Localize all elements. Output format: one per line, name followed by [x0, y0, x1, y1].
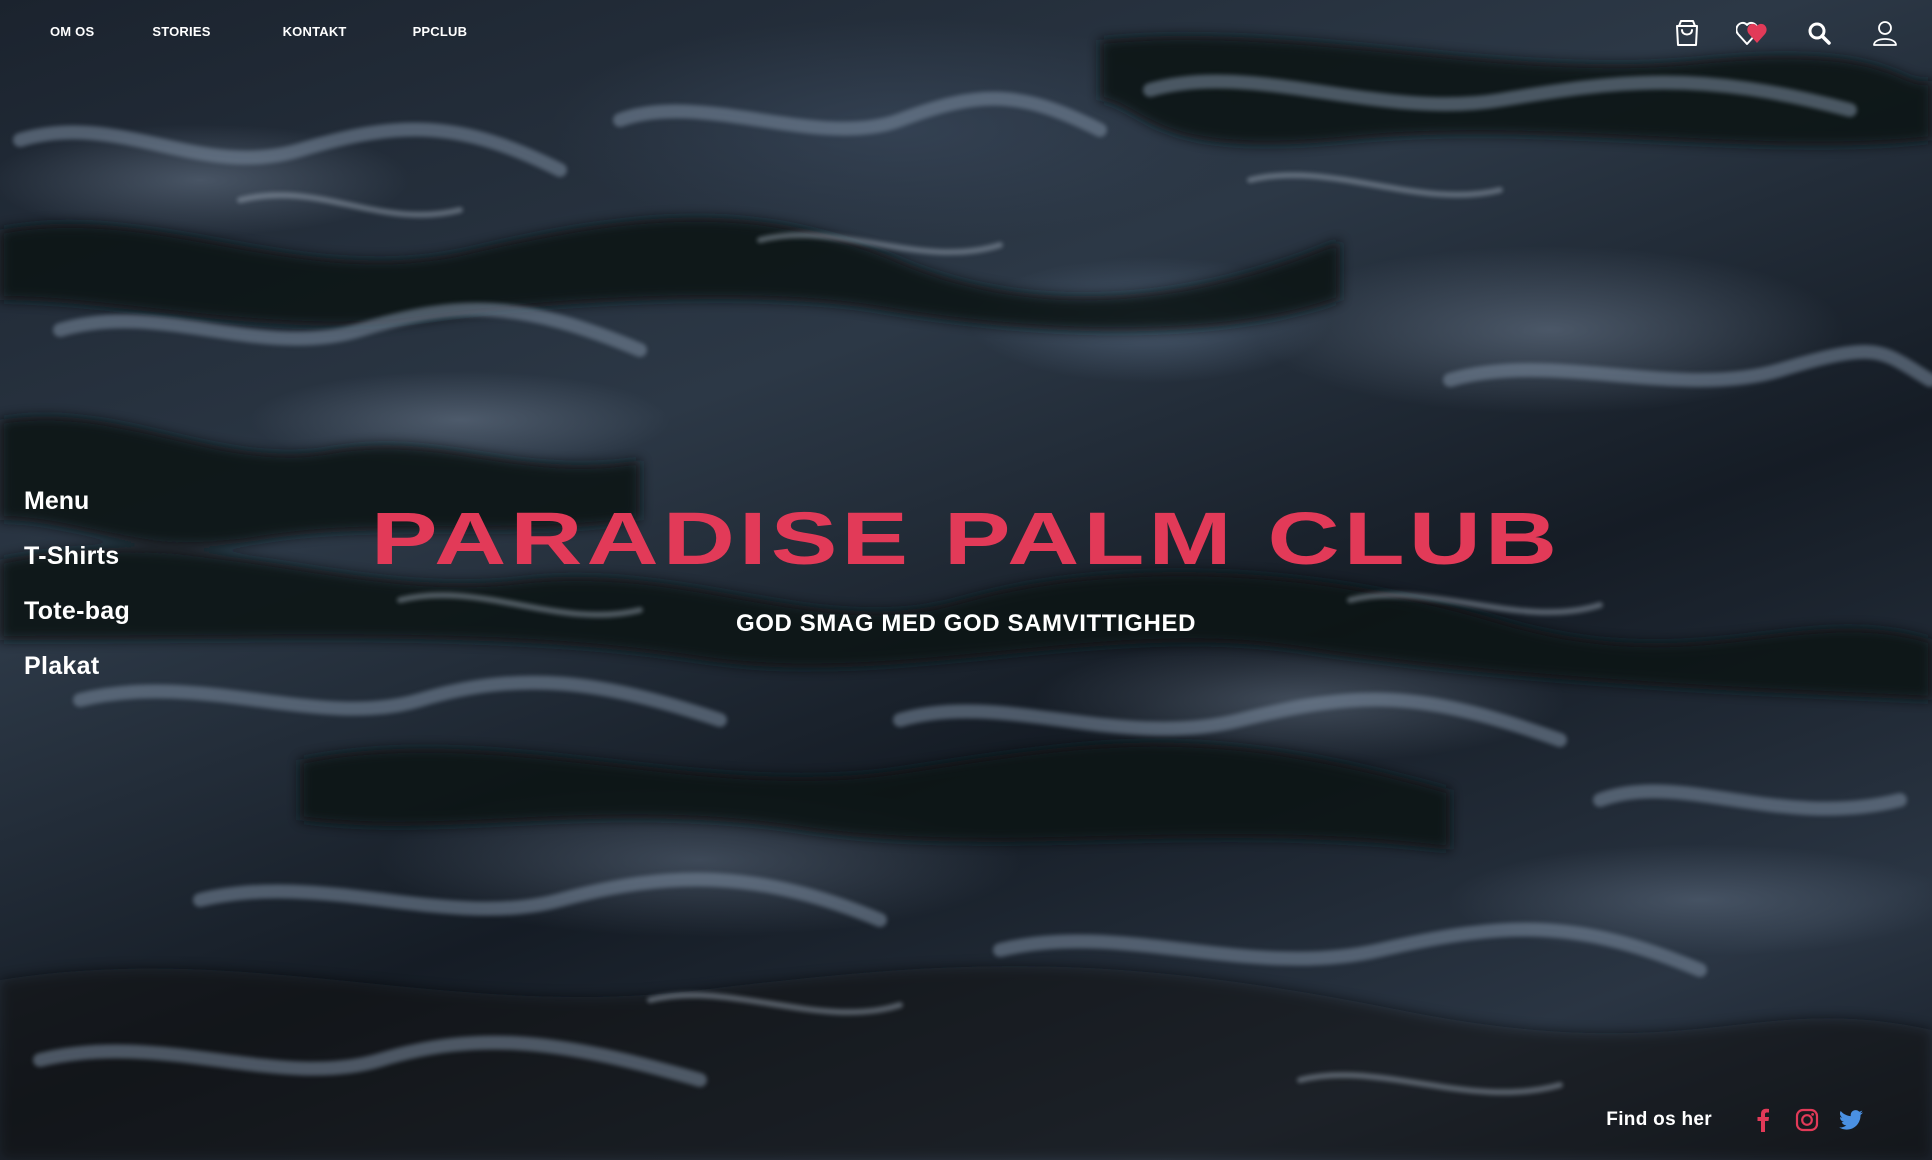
nav-kontakt[interactable]: KONTAKT	[283, 24, 347, 39]
cart-button[interactable]	[1670, 16, 1704, 50]
instagram-link[interactable]	[1794, 1107, 1820, 1133]
facebook-link[interactable]	[1750, 1107, 1776, 1133]
account-button[interactable]	[1868, 16, 1902, 50]
top-nav: OM OS STORIES KONTAKT PPCLUB	[50, 24, 467, 39]
hero-subtitle: GOD SMAG MED GOD SAMVITTIGHED	[735, 610, 1197, 637]
user-icon	[1873, 21, 1897, 46]
nav-om-os[interactable]: OM OS	[50, 24, 94, 39]
page: OM OS STORIES KONTAKT PPCLUB Menu T-Shir…	[0, 0, 1932, 1160]
hero-title: PARADISE PALM CLUB	[370, 497, 1562, 580]
nav-stories[interactable]: STORIES	[152, 24, 210, 39]
facebook-icon	[1757, 1108, 1769, 1132]
twitter-link[interactable]	[1838, 1107, 1864, 1133]
side-menu-item-plakat[interactable]: Plakat	[24, 651, 130, 706]
heart-icon	[1736, 21, 1767, 45]
social-links: Find os her	[1606, 1107, 1864, 1133]
header-icons	[1638, 16, 1902, 50]
instagram-icon	[1795, 1108, 1819, 1132]
search-button[interactable]	[1802, 16, 1836, 50]
wishlist-button[interactable]	[1736, 16, 1770, 50]
nav-ppclub[interactable]: PPCLUB	[413, 24, 468, 39]
find-us-label: Find os her	[1606, 1109, 1712, 1130]
shopping-bag-icon	[1676, 20, 1698, 46]
search-icon	[1808, 22, 1831, 45]
twitter-icon	[1839, 1110, 1863, 1130]
